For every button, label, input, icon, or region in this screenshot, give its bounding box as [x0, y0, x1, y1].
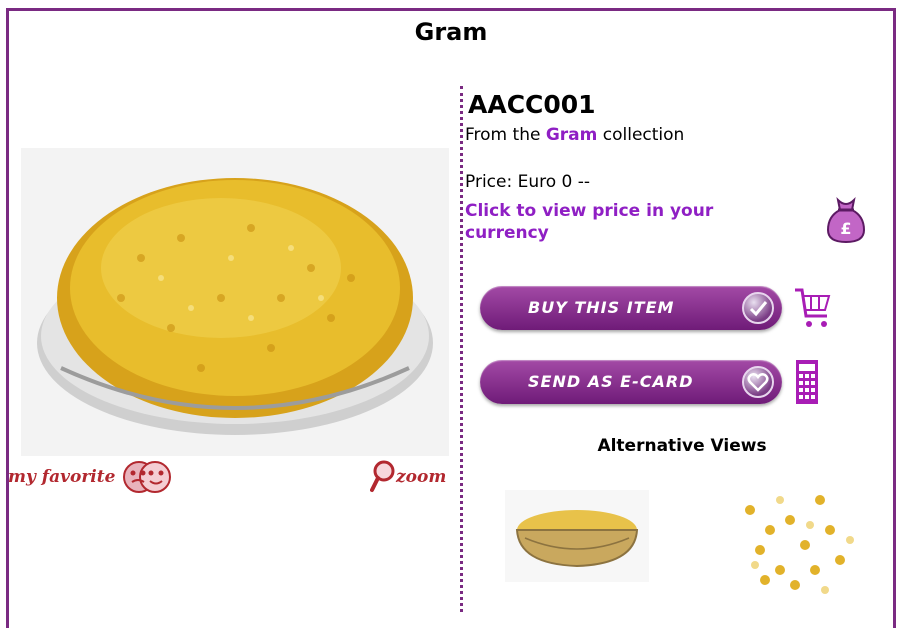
svg-text:£: £ — [840, 219, 851, 238]
alternative-views-heading: Alternative Views — [597, 436, 767, 456]
buy-this-item-label: BUY THIS ITEM — [528, 298, 675, 317]
zoom-link[interactable]: zoom — [370, 458, 446, 496]
collection-link[interactable]: Gram — [546, 125, 598, 145]
zoom-label: zoom — [396, 467, 447, 487]
from-suffix: collection — [597, 125, 685, 145]
main-product-photo[interactable] — [21, 148, 449, 456]
alt-view-thumbnail-2[interactable] — [720, 470, 868, 604]
check-icon — [742, 292, 774, 324]
heart-icon — [742, 366, 774, 398]
alt-view-thumbnail-1[interactable] — [505, 490, 649, 582]
collection-line: From the Gram collection — [465, 125, 684, 145]
gram-bowl-image — [21, 148, 449, 456]
from-prefix: From the — [465, 125, 546, 145]
my-favorite-label: my favorite — [8, 467, 116, 487]
magnifier-icon — [370, 460, 395, 492]
send-as-ecard-label: SEND AS E-CARD — [528, 372, 694, 391]
theater-masks-icon — [123, 461, 172, 493]
my-favorite-link[interactable]: my favorite — [8, 458, 175, 496]
money-bag-icon[interactable]: £ — [824, 196, 868, 246]
column-divider — [460, 86, 463, 612]
price-text: Price: Euro 0 -- — [465, 172, 591, 192]
currency-link[interactable]: Click to view price in your currency — [465, 200, 775, 244]
product-code: AACC001 — [468, 90, 596, 119]
buy-this-item-button[interactable]: BUY THIS ITEM — [480, 286, 782, 330]
page-title: Gram — [414, 18, 488, 46]
cart-icon[interactable] — [793, 286, 833, 330]
calculator-icon[interactable] — [790, 358, 824, 408]
send-as-ecard-button[interactable]: SEND AS E-CARD — [480, 360, 782, 404]
